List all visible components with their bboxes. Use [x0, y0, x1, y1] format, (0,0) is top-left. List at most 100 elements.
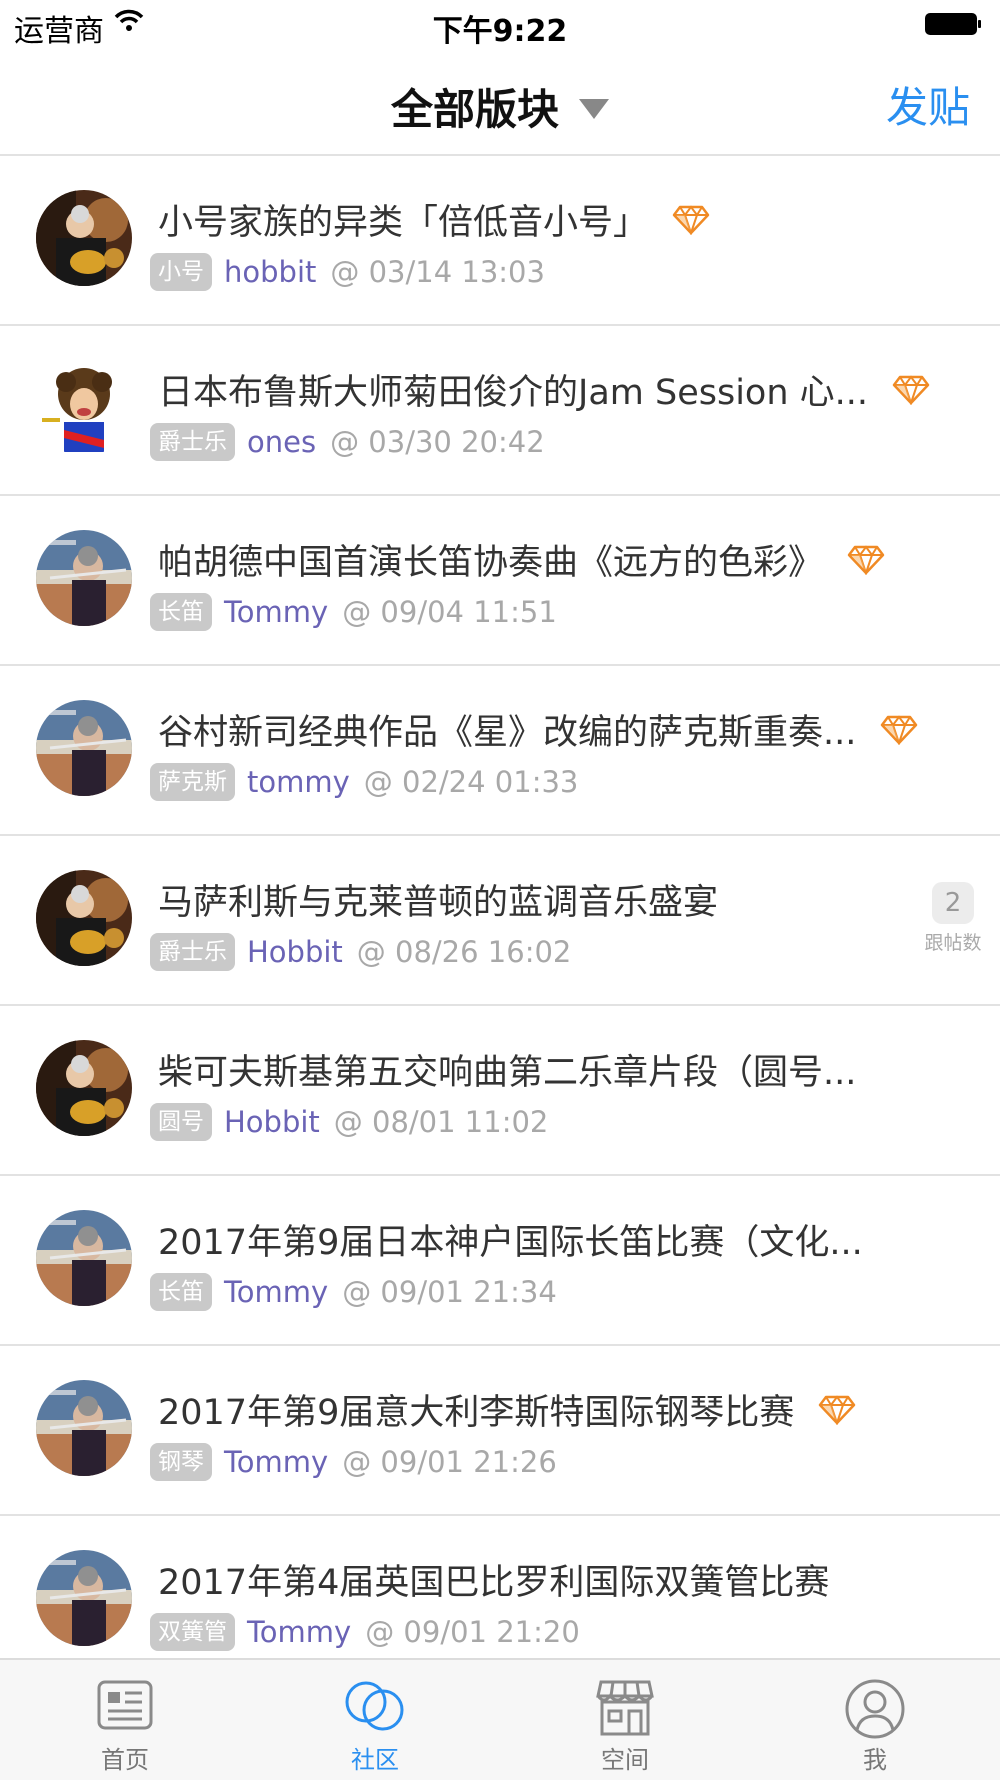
avatar[interactable] [36, 1380, 132, 1476]
post-row[interactable]: 谷村新司经典作品《星》改编的萨克斯重奏... 萨克斯 tommy @ 02/24 01… [0, 666, 1000, 836]
post-title-line: 2017年第9届意大利李斯特国际钢琴比赛 [158, 1384, 856, 1435]
author-name[interactable]: Tommy [224, 595, 328, 629]
tab-me[interactable]: 我 [750, 1660, 1000, 1780]
avatar[interactable] [36, 530, 132, 626]
home-news-icon [97, 1680, 153, 1730]
category-tag[interactable]: 小号 [150, 253, 212, 291]
post-meta: 长笛 Tommy @ 09/04 11:51 [150, 592, 557, 632]
post-meta: 长笛 Tommy @ 09/01 21:34 [150, 1272, 557, 1312]
post-title: 马萨利斯与克莱普顿的蓝调音乐盛宴 [158, 883, 719, 923]
post-meta: 爵士乐 ones @ 03/30 20:42 [150, 422, 545, 462]
community-circles-icon [345, 1681, 404, 1731]
tab-label: 我 [863, 1746, 887, 1774]
new-post-button[interactable]: 发贴 [886, 74, 970, 135]
avatar[interactable] [36, 1040, 132, 1136]
author-name[interactable]: Tommy [247, 1615, 351, 1649]
section-selector[interactable]: 全部版块 [0, 76, 1000, 137]
post-date: @ 09/01 21:26 [342, 1445, 557, 1479]
post-row[interactable]: 2017年第9届意大利李斯特国际钢琴比赛钢琴 Tommy @ 09/01 21:26 [0, 1346, 1000, 1516]
diamond-icon [881, 715, 918, 745]
post-title: 2017年第9届意大利李斯特国际钢琴比赛 [158, 1393, 795, 1433]
post-row[interactable]: 柴可夫斯基第五交响曲第二乐章片段（圆号... 圆号 Hobbit @ 08/01 11… [0, 1006, 1000, 1176]
diamond-icon [672, 205, 710, 235]
post-title: 帕胡德中国首演长笛协奏曲《远方的色彩》 [158, 543, 824, 583]
author-name[interactable]: Hobbit [247, 935, 343, 969]
reply-count-label: 跟帖数 [924, 932, 982, 954]
avatar[interactable] [36, 870, 132, 966]
post-title-line: 2017年第9届日本神户国际长笛比赛（文化... [158, 1214, 863, 1265]
post-title: 小号家族的异类「倍低音小号」 [158, 203, 649, 243]
post-row[interactable]: 帕胡德中国首演长笛协奏曲《远方的色彩》长笛 Tommy @ 09/04 11:51 [0, 496, 1000, 666]
author-name[interactable]: ones [247, 425, 316, 459]
post-title: 2017年第4届英国巴比罗利国际双簧管比赛 [158, 1563, 830, 1603]
category-tag[interactable]: 爵士乐 [150, 933, 235, 971]
status-bar: 运营商 下午9:22 [0, 0, 1000, 50]
post-date: @ 09/04 11:51 [342, 595, 557, 629]
post-row[interactable]: 马萨利斯与克莱普顿的蓝调音乐盛宴爵士乐 Hobbit @ 08/26 16:02 2 跟… [0, 836, 1000, 1006]
category-tag[interactable]: 圆号 [150, 1103, 212, 1141]
page-title: 全部版块 [390, 85, 559, 134]
post-list: 小号家族的异类「倍低音小号」小号 hobbit @ 03/14 13:03 日本布鲁斯… [0, 156, 1000, 1686]
author-name[interactable]: tommy [247, 765, 350, 799]
category-tag[interactable]: 双簧管 [150, 1613, 235, 1651]
post-date: @ 08/26 16:02 [356, 935, 572, 969]
post-date: @ 03/30 20:42 [330, 425, 545, 459]
post-row[interactable]: 小号家族的异类「倍低音小号」小号 hobbit @ 03/14 13:03 [0, 156, 1000, 326]
post-meta: 爵士乐 Hobbit @ 08/26 16:02 [150, 932, 571, 972]
author-name[interactable]: hobbit [224, 255, 316, 289]
avatar[interactable] [36, 360, 132, 456]
post-title: 日本布鲁斯大师菊田俊介的Jam Session 心... [158, 373, 869, 413]
category-tag[interactable]: 萨克斯 [150, 763, 235, 801]
reply-count-badge: 2 跟帖数 [922, 882, 984, 955]
battery-icon [925, 13, 981, 35]
post-meta: 钢琴 Tommy @ 09/01 21:26 [150, 1442, 557, 1482]
avatar[interactable] [36, 1550, 132, 1646]
post-meta: 圆号 Hobbit @ 08/01 11:02 [150, 1102, 548, 1142]
dropdown-triangle-icon [579, 98, 609, 119]
post-title: 2017年第9届日本神户国际长笛比赛（文化... [158, 1223, 863, 1263]
user-profile-icon [845, 1679, 905, 1739]
category-tag[interactable]: 长笛 [150, 593, 212, 631]
post-meta: 双簧管 Tommy @ 09/01 21:20 [150, 1612, 580, 1652]
diamond-icon [892, 375, 930, 405]
diamond-icon [847, 545, 885, 575]
post-title-line: 谷村新司经典作品《星》改编的萨克斯重奏... [158, 704, 918, 755]
post-title-line: 马萨利斯与克莱普顿的蓝调音乐盛宴 [158, 874, 718, 925]
tab-label: 社区 [351, 1746, 399, 1774]
author-name[interactable]: Tommy [224, 1275, 328, 1309]
post-row[interactable]: 日本布鲁斯大师菊田俊介的Jam Session 心... 爵士乐 ones @ 03/… [0, 326, 1000, 496]
tab-space[interactable]: 空间 [500, 1660, 750, 1780]
tab-label: 首页 [101, 1746, 149, 1774]
post-meta: 小号 hobbit @ 03/14 13:03 [150, 252, 545, 292]
post-row[interactable]: 2017年第9届日本神户国际长笛比赛（文化... 长笛 Tommy @ 09/01 2… [0, 1176, 1000, 1346]
post-title: 谷村新司经典作品《星》改编的萨克斯重奏... [158, 713, 857, 753]
post-date: @ 08/01 11:02 [333, 1105, 549, 1139]
category-tag[interactable]: 长笛 [150, 1273, 212, 1311]
post-title-line: 日本布鲁斯大师菊田俊介的Jam Session 心... [158, 364, 930, 415]
post-meta: 萨克斯 tommy @ 02/24 01:33 [150, 762, 578, 802]
category-tag[interactable]: 钢琴 [150, 1443, 212, 1481]
post-date: @ 02/24 01:33 [363, 765, 579, 799]
tab-label: 空间 [601, 1746, 649, 1774]
tab-home[interactable]: 首页 [0, 1660, 250, 1780]
diamond-icon [819, 1395, 856, 1425]
post-title-line: 柴可夫斯基第五交响曲第二乐章片段（圆号... [158, 1044, 856, 1095]
post-title-line: 小号家族的异类「倍低音小号」 [158, 194, 710, 245]
post-date: @ 03/14 13:03 [330, 255, 545, 289]
reply-count: 2 [932, 882, 974, 924]
tab-community[interactable]: 社区 [250, 1660, 500, 1780]
category-tag[interactable]: 爵士乐 [150, 423, 235, 461]
post-title: 柴可夫斯基第五交响曲第二乐章片段（圆号... [158, 1053, 857, 1093]
avatar[interactable] [36, 190, 132, 286]
avatar[interactable] [36, 700, 132, 796]
author-name[interactable]: Tommy [224, 1445, 328, 1479]
post-date: @ 09/01 21:20 [365, 1615, 580, 1649]
post-title-line: 2017年第4届英国巴比罗利国际双簧管比赛 [158, 1554, 829, 1605]
tab-bar: 首页 社区 空间 我 [0, 1658, 1000, 1780]
author-name[interactable]: Hobbit [224, 1105, 320, 1139]
avatar[interactable] [36, 1210, 132, 1306]
navigation-bar: 全部版块 发贴 [0, 50, 1000, 156]
post-title-line: 帕胡德中国首演长笛协奏曲《远方的色彩》 [158, 534, 885, 585]
store-space-icon [596, 1680, 654, 1736]
clock: 下午9:22 [432, 14, 568, 49]
